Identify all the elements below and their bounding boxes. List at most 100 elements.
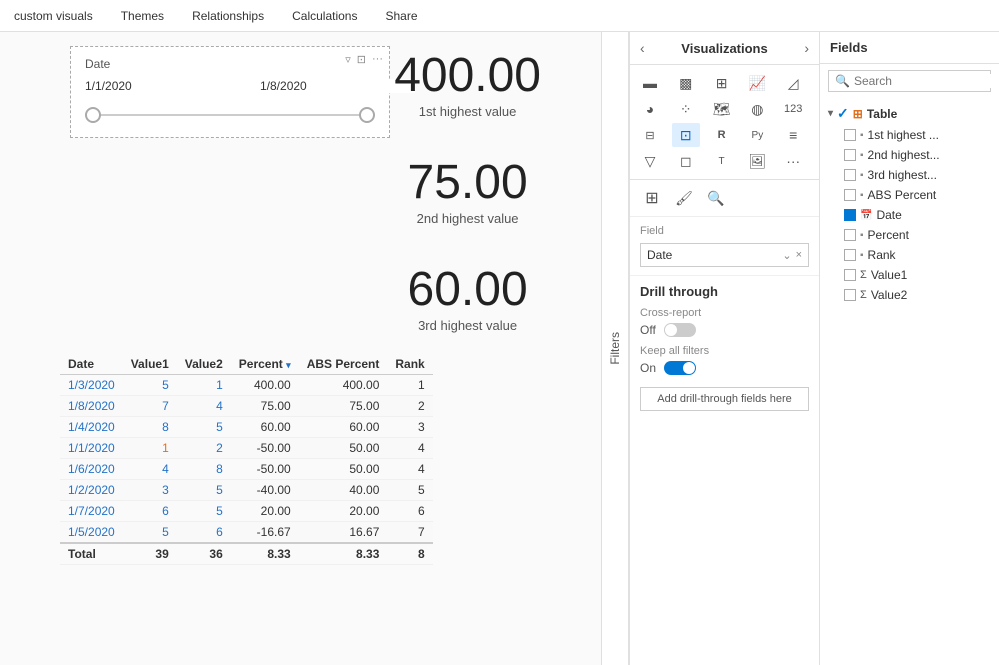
viz-nav-right[interactable]: › [804,40,809,56]
viz-icon-bar[interactable]: ▬ [636,71,664,95]
field-checkbox[interactable] [844,269,856,281]
viz-icon-stacked-bar[interactable]: ▩ [672,71,700,95]
toolbar-relationships[interactable]: Relationships [186,0,270,32]
cell-pct: 20.00 [231,501,299,522]
cell-v1: 6 [123,501,177,522]
viz-icon-r[interactable]: R [708,123,736,147]
viz-icon-more[interactable]: ··· [779,149,807,173]
viz-icon-map[interactable]: 🗺 [708,97,736,121]
filter-icons: ▿ ⊡ ··· [345,53,383,66]
add-drillthrough-button[interactable]: Add drill-through fields here [640,387,809,411]
viz-icon-table[interactable]: ⊟ [636,123,664,147]
measure-icon: ▪ [860,190,864,201]
viz-action-analytics[interactable]: 🔍 [702,186,730,210]
field-item[interactable]: ▪ Percent [820,225,999,245]
cell-pct: -40.00 [231,480,299,501]
cell-date: 1/6/2020 [60,459,123,480]
search-icon: 🔍 [835,74,850,88]
viz-icon-cluster-bar[interactable]: ⊞ [708,71,736,95]
field-name: Value2 [871,288,907,302]
keep-filters-thumb [683,362,695,374]
field-checkbox[interactable] [844,289,856,301]
field-item[interactable]: ▪ 2nd highest... [820,145,999,165]
filter-funnel-icon[interactable]: ▿ [345,53,351,66]
viz-icon-filter-viz[interactable]: ▽ [636,149,664,173]
viz-icon-line[interactable]: 📈 [743,71,771,95]
toolbar-calculations[interactable]: Calculations [286,0,363,32]
field-checkbox[interactable] [844,229,856,241]
viz-icon-matrix[interactable]: ⊡ [672,123,700,147]
kpi-label-2: 2nd highest value [394,211,541,226]
field-item[interactable]: 📅 Date [820,205,999,225]
cell-date: 1/3/2020 [60,375,123,396]
cross-report-toggle[interactable] [664,323,696,337]
col-header-date[interactable]: Date [60,354,123,375]
field-item[interactable]: ▪ ABS Percent [820,185,999,205]
field-group-header[interactable]: ▾ ✓ ⊞ Table [820,102,999,125]
dropdown-clear[interactable]: × [796,249,802,261]
col-header-percent[interactable]: Percent ▾ [231,354,299,375]
viz-icon-pie[interactable]: ◕ [636,97,664,121]
table-icon: ⊞ [853,107,863,121]
toolbar-custom-visuals[interactable]: custom visuals [8,0,99,32]
cell-abs: 75.00 [299,396,388,417]
toolbar-share[interactable]: Share [379,0,423,32]
col-header-abs[interactable]: ABS Percent [299,354,388,375]
viz-icon-card[interactable]: 123 [779,97,807,121]
cell-abs: 40.00 [299,480,388,501]
viz-icon-py[interactable]: Py [743,123,771,147]
cross-report-state: Off [640,323,656,337]
cell-v2: 5 [177,417,231,438]
slider-thumb-right[interactable] [359,107,375,123]
date-start-input[interactable] [85,79,240,93]
slider-track [85,114,375,116]
viz-icon-textbox[interactable]: T [708,149,736,173]
keep-filters-toggle[interactable] [664,361,696,375]
field-item[interactable]: ▪ Rank [820,245,999,265]
slider-thumb-left[interactable] [85,107,101,123]
field-checkbox[interactable] [844,249,856,261]
field-item[interactable]: ▪ 3rd highest... [820,165,999,185]
drill-through-title: Drill through [640,284,809,299]
drill-through-section: Drill through Cross-report Off Keep all … [630,276,819,419]
main-container: ▿ ⊡ ··· Date 400.00 1st highest val [0,32,999,665]
viz-icon-area[interactable]: ◿ [779,71,807,95]
filters-label[interactable]: Filters [608,332,622,365]
field-item[interactable]: ▪ 1st highest ... [820,125,999,145]
viz-field-section: Field Date ⌄ × [630,217,819,276]
search-box[interactable]: 🔍 [828,70,991,92]
viz-action-field[interactable]: ⊞ [638,186,666,210]
field-checkbox[interactable] [844,189,856,201]
viz-icon-slicer[interactable]: ≡ [779,123,807,147]
viz-panel-title: Visualizations [681,41,767,56]
date-slider[interactable] [85,103,375,127]
dropdown-chevron: ⌄ [782,249,791,262]
filter-more-icon[interactable]: ··· [372,53,383,66]
col-header-value1[interactable]: Value1 [123,354,177,375]
viz-action-format[interactable]: 🖌 [670,186,698,210]
kpi-area: 400.00 1st highest value 75.00 2nd highe… [394,52,541,333]
viz-icon-gauge[interactable]: ◍ [743,97,771,121]
field-item[interactable]: Σ Value2 [820,285,999,305]
field-name: Percent [868,228,909,242]
field-checkbox[interactable] [844,209,856,221]
col-header-value2[interactable]: Value2 [177,354,231,375]
field-checkbox[interactable] [844,149,856,161]
viz-icon-scatter[interactable]: ⁘ [672,97,700,121]
viz-icon-image[interactable]: 🖼 [743,149,771,173]
field-checkbox[interactable] [844,169,856,181]
field-item[interactable]: Σ Value1 [820,265,999,285]
toolbar-themes[interactable]: Themes [115,0,170,32]
field-dropdown[interactable]: Date ⌄ × [640,243,809,267]
viz-nav-left[interactable]: ‹ [640,40,645,56]
filters-strip[interactable]: Filters [601,32,629,665]
filter-focus-icon[interactable]: ⊡ [357,53,366,66]
col-header-rank[interactable]: Rank [387,354,432,375]
table-row: 1/7/2020 6 5 20.00 20.00 6 [60,501,433,522]
date-end-input[interactable] [260,79,415,93]
sigma-icon: Σ [860,289,867,301]
search-input[interactable] [854,74,999,88]
field-checkbox[interactable] [844,129,856,141]
field-group: ▾ ✓ ⊞ Table ▪ 1st highest ... ▪ 2nd high… [820,102,999,305]
viz-icon-shape[interactable]: ◻ [672,149,700,173]
